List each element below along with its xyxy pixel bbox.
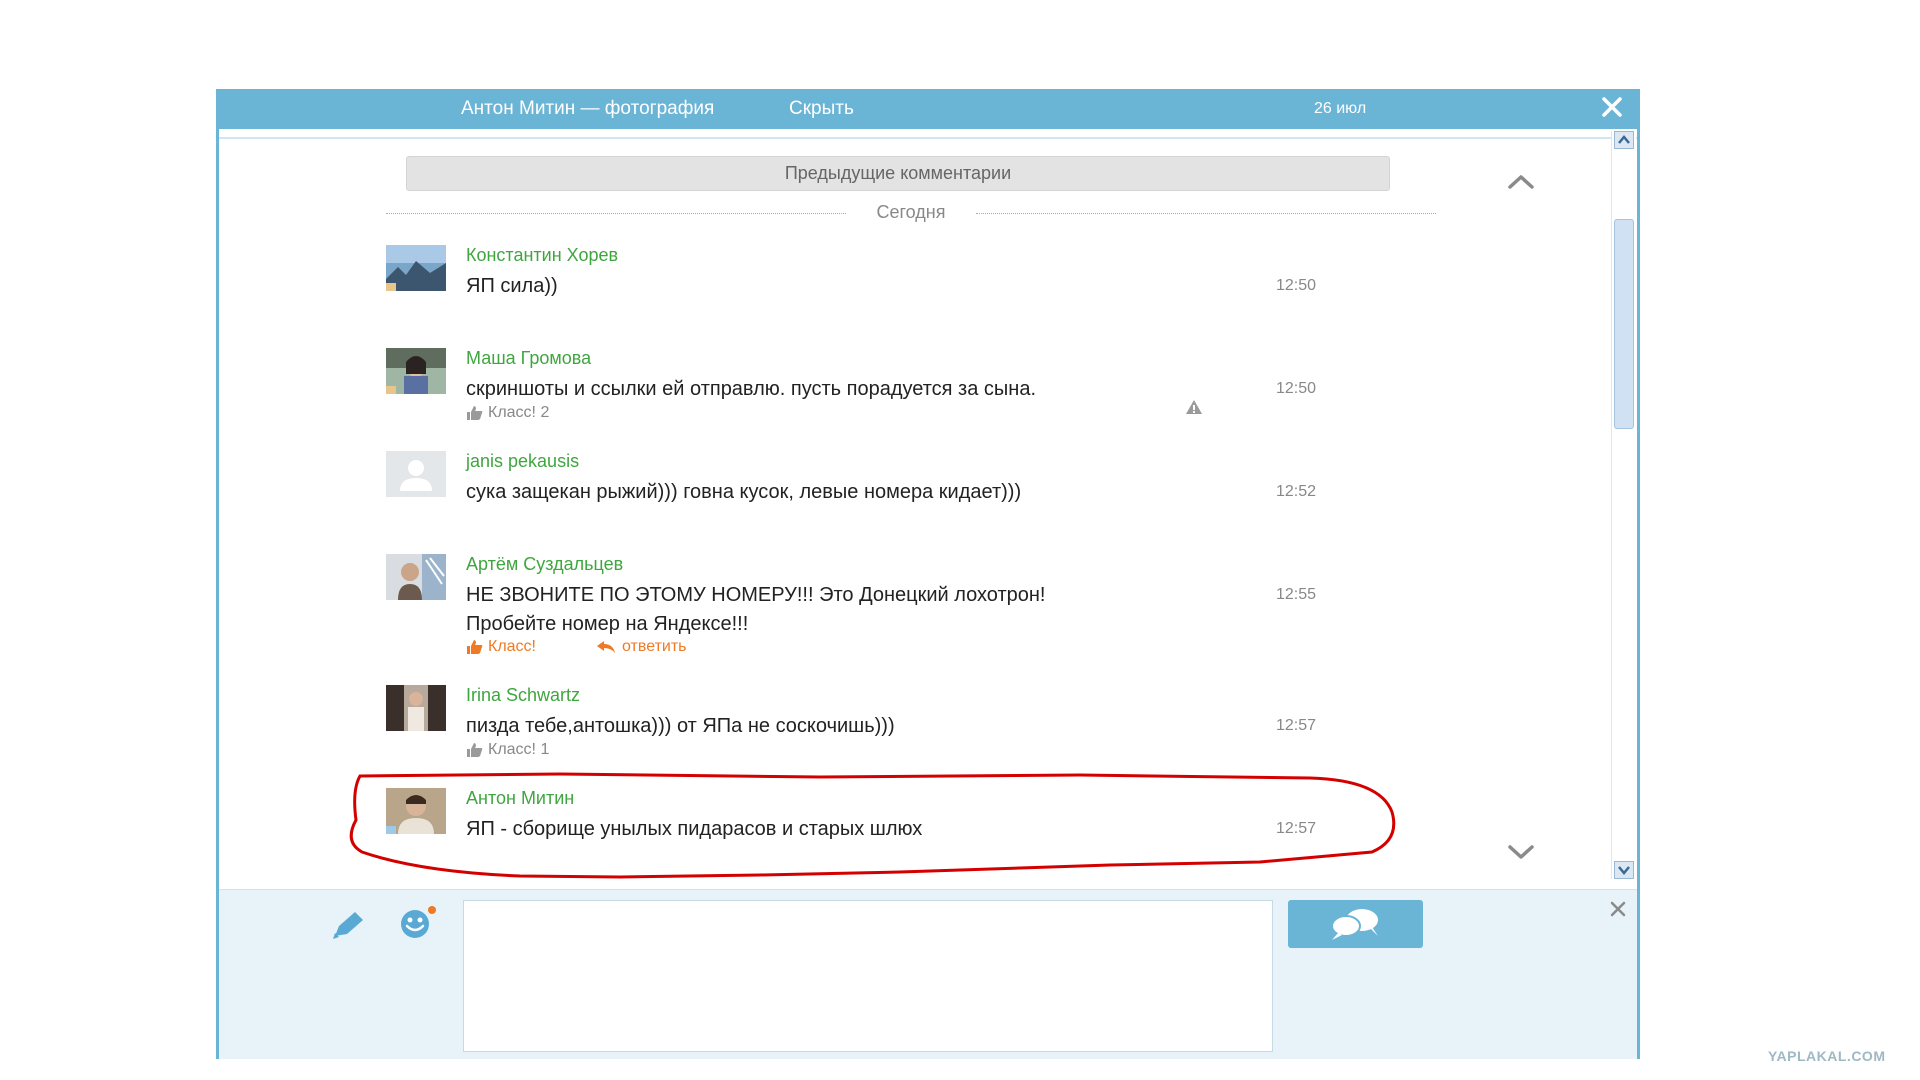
comment-time: 12:50 xyxy=(1276,277,1317,294)
avatar[interactable] xyxy=(386,451,446,497)
thumbs-up-icon xyxy=(467,742,483,757)
reply-arrow-icon xyxy=(597,640,615,653)
comment-item: Маша Громова скриншоты и ссылки ей отпра… xyxy=(386,348,1446,428)
like-count-label: Класс! 2 xyxy=(488,404,550,421)
comment-item: Артём Суздальцев НЕ ЗВОНИТЕ ПО ЭТОМУ НОМ… xyxy=(386,554,1446,659)
comment-author[interactable]: Артём Суздальцев xyxy=(466,554,623,575)
titlebar-divider xyxy=(219,129,1637,139)
avatar[interactable] xyxy=(386,348,446,394)
comment-composer xyxy=(219,889,1637,1059)
avatar[interactable] xyxy=(386,685,446,731)
avatar[interactable] xyxy=(386,245,446,291)
photo-comments-window: Антон Митин — фотография Скрыть 26 июл П… xyxy=(216,89,1640,1059)
window-title[interactable]: Антон Митин — фотография xyxy=(461,98,714,120)
window-titlebar: Антон Митин — фотография Скрыть 26 июл xyxy=(219,89,1637,129)
chevron-down-icon[interactable] xyxy=(1505,841,1537,863)
comments-scrollbar[interactable] xyxy=(1611,131,1636,879)
comment-author[interactable]: Антон Митин xyxy=(466,788,574,809)
close-icon[interactable] xyxy=(1597,92,1627,122)
avatar[interactable] xyxy=(386,788,446,834)
smile-icon[interactable] xyxy=(395,904,439,940)
comment-item: janis pekausis сука защекан рыжий))) гов… xyxy=(386,451,1446,521)
comment-text: ЯП сила)) xyxy=(466,275,558,297)
scrollbar-thumb[interactable] xyxy=(1614,219,1634,429)
comment-text-line: НЕ ЗВОНИТЕ ПО ЭТОМУ НОМЕРУ!!! Это Донецк… xyxy=(466,584,1046,606)
comment-text-line: Пробейте номер на Яндексе!!! xyxy=(466,613,749,635)
previous-comments-button[interactable]: Предыдущие комментарии xyxy=(406,156,1390,191)
warning-icon[interactable] xyxy=(1185,399,1203,415)
comment-item: Константин Хорев ЯП сила)) 12:50 xyxy=(386,245,1446,315)
comment-input[interactable] xyxy=(463,900,1273,1052)
like-count-label: Класс! 1 xyxy=(488,741,550,758)
like-button[interactable]: Класс! xyxy=(466,638,536,656)
thumbs-up-icon xyxy=(467,405,483,420)
divider xyxy=(386,213,846,214)
reply-label: ответить xyxy=(622,638,687,655)
like-label: Класс! xyxy=(488,638,536,655)
comment-time: 12:52 xyxy=(1276,483,1317,500)
scroll-up-button[interactable] xyxy=(1614,131,1634,149)
avatar[interactable] xyxy=(386,554,446,600)
comment-item-highlighted: Антон Митин ЯП - сборище унылых пидарасо… xyxy=(386,788,1446,858)
comment-text: пизда тебе,антошка))) от ЯПа не соскочиш… xyxy=(466,715,895,737)
comment-item: Irina Schwartz пизда тебе,антошка))) от … xyxy=(386,685,1446,765)
chevron-up-icon xyxy=(1618,135,1630,144)
comment-text: ЯП - сборище унылых пидарасов и старых ш… xyxy=(466,818,923,840)
watermark: YAPLAKAL.COM xyxy=(1768,1048,1886,1064)
scroll-down-button[interactable] xyxy=(1614,861,1634,879)
comment-author[interactable]: Маша Громова xyxy=(466,348,591,369)
send-button[interactable] xyxy=(1288,900,1423,948)
like-button[interactable]: Класс! 2 xyxy=(466,404,549,422)
chevron-down-icon xyxy=(1618,866,1630,875)
comment-time: 12:57 xyxy=(1276,820,1317,837)
comment-author[interactable]: janis pekausis xyxy=(466,451,579,472)
comment-author[interactable]: Константин Хорев xyxy=(466,245,618,266)
comment-text: сука защекан рыжий))) говна кусок, левые… xyxy=(466,481,1022,503)
like-button[interactable]: Класс! 1 xyxy=(466,741,549,759)
comment-time: 12:55 xyxy=(1276,586,1317,603)
comment-time: 12:57 xyxy=(1276,717,1317,734)
chevron-up-icon[interactable] xyxy=(1505,171,1537,193)
day-separator-label: Сегодня xyxy=(876,202,946,222)
photo-date: 26 июл xyxy=(1314,100,1367,117)
thumbs-up-icon xyxy=(467,639,483,654)
close-icon[interactable] xyxy=(1607,898,1629,920)
comment-time: 12:50 xyxy=(1276,380,1317,397)
divider xyxy=(976,213,1436,214)
reply-button[interactable]: ответить xyxy=(596,638,687,656)
send-chat-icon xyxy=(1331,909,1378,940)
day-separator: Сегодня xyxy=(386,202,1436,226)
pencil-icon[interactable] xyxy=(329,908,369,942)
hide-button[interactable]: Скрыть xyxy=(789,98,854,120)
comment-text: скриншоты и ссылки ей отправлю. пусть по… xyxy=(466,378,1036,400)
comment-author[interactable]: Irina Schwartz xyxy=(466,685,580,706)
